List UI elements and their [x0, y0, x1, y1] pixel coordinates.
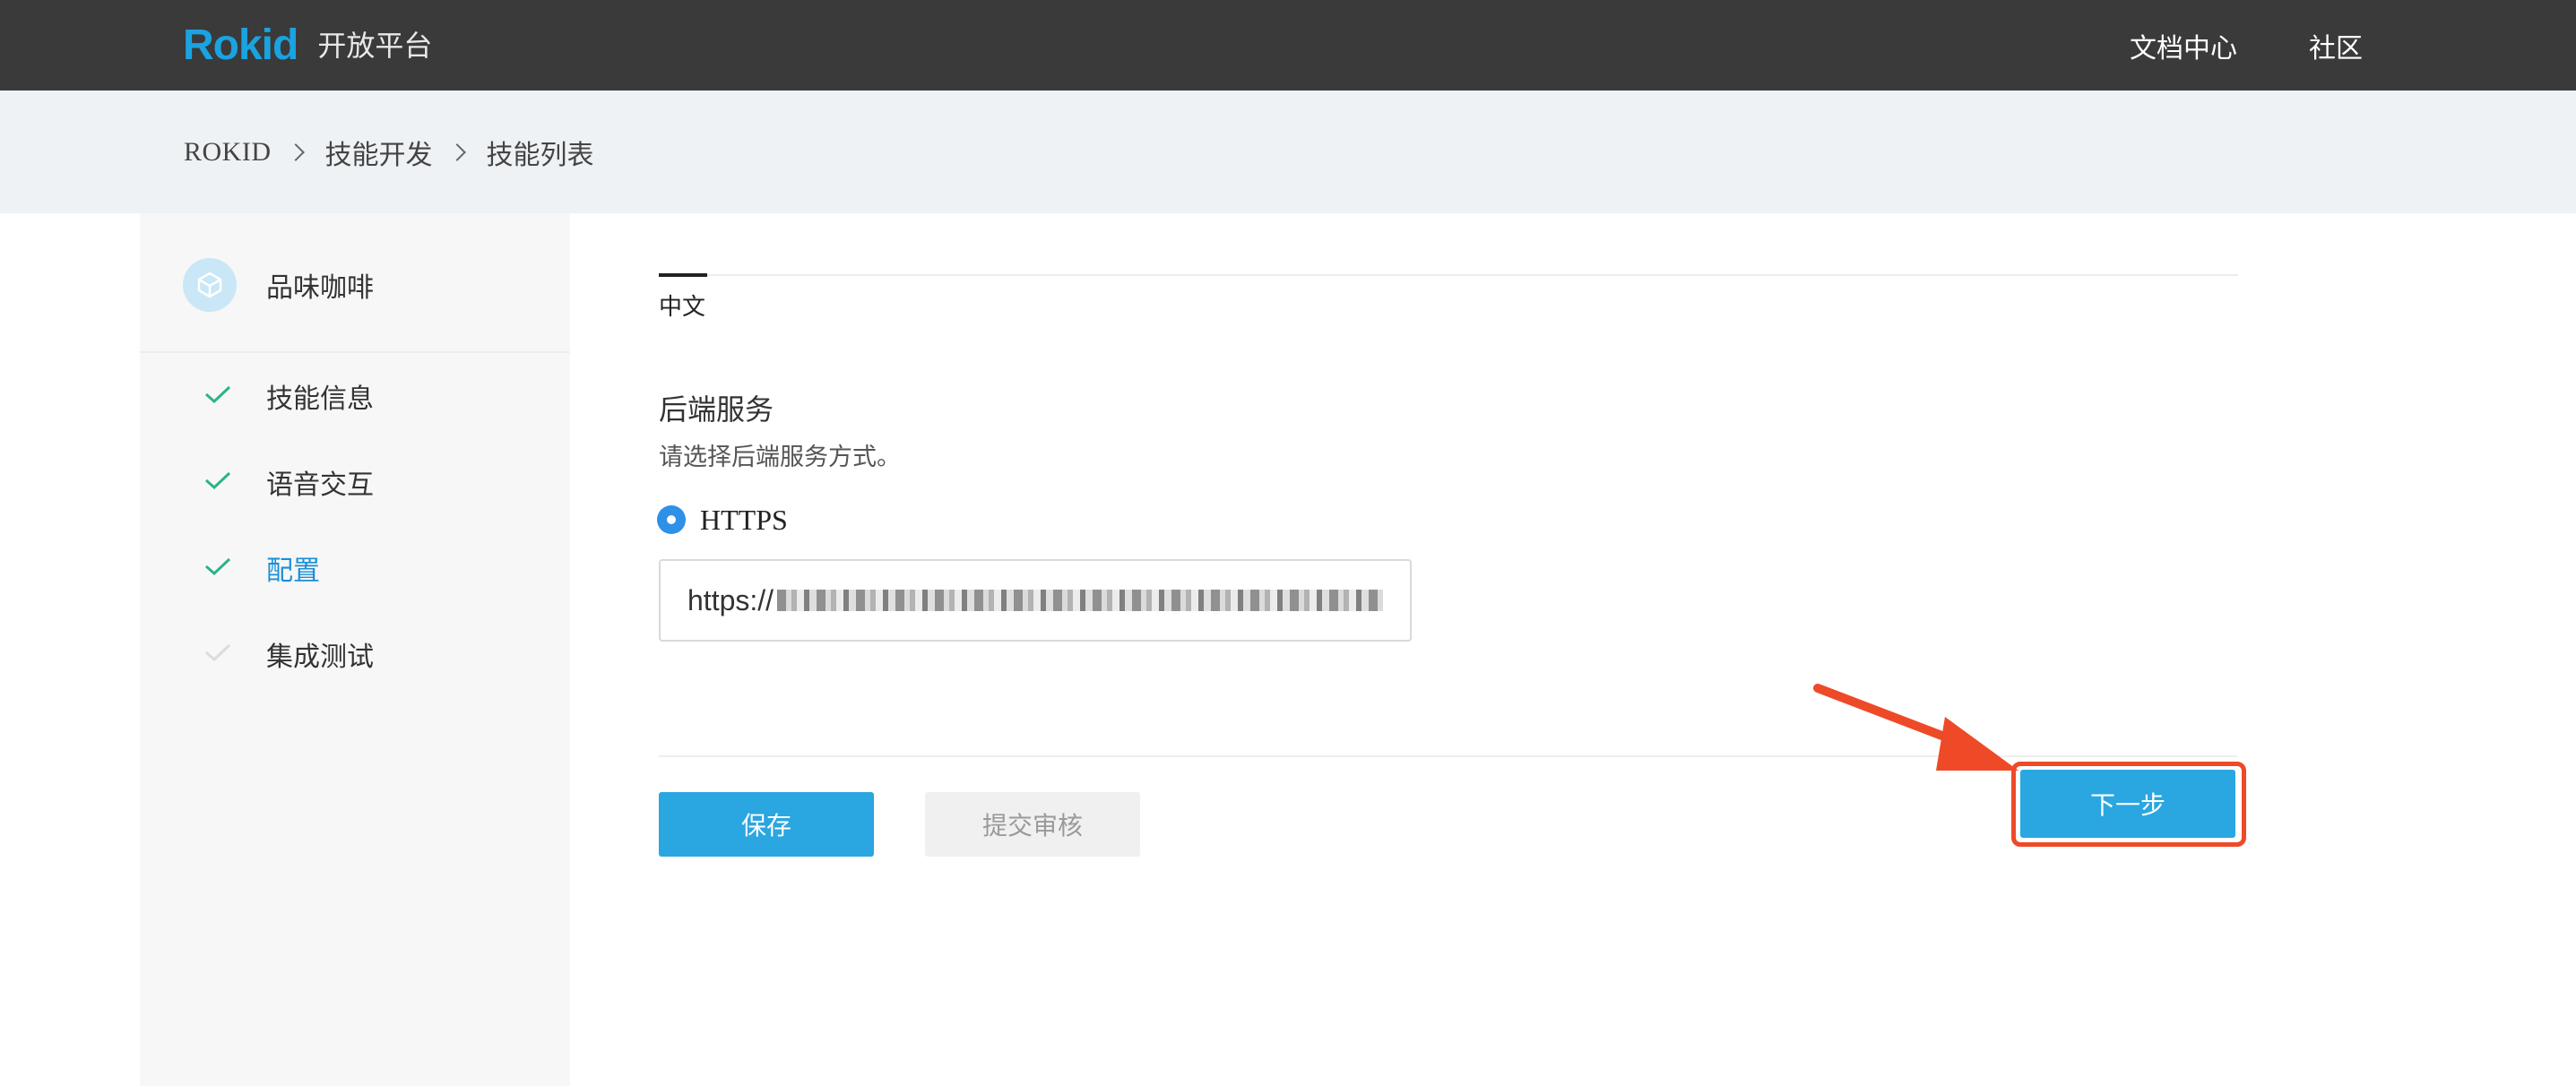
- sidebar-step-integration-test[interactable]: 集成测试: [140, 611, 570, 697]
- save-button[interactable]: 保存: [659, 792, 874, 857]
- tab-active-indicator: [659, 273, 707, 277]
- sidebar: 品味咖啡 技能信息 语音交互 配置 集成测试: [140, 213, 570, 1086]
- step-label: 集成测试: [266, 642, 374, 673]
- chevron-right-icon: [447, 142, 466, 161]
- url-value: https://: [687, 583, 774, 616]
- cube-icon: [197, 272, 222, 298]
- app-avatar: [183, 258, 237, 312]
- divider: [659, 755, 2238, 757]
- breadcrumb-item-rokid[interactable]: ROKID: [184, 137, 272, 168]
- sidebar-step-config[interactable]: 配置: [140, 525, 570, 611]
- nav-docs-link[interactable]: 文档中心: [2130, 0, 2237, 90]
- tab-bar: [659, 274, 2238, 276]
- radio-selected-icon[interactable]: [657, 505, 686, 534]
- brand[interactable]: Rokid 开放平台: [183, 0, 432, 90]
- sidebar-step-voice-interaction[interactable]: 语音交互: [140, 439, 570, 525]
- app-name: 品味咖啡: [266, 272, 374, 304]
- nav-community-link[interactable]: 社区: [2309, 0, 2363, 90]
- step-list: 技能信息 语音交互 配置 集成测试: [140, 353, 570, 697]
- breadcrumb-item-skill-dev[interactable]: 技能开发: [325, 133, 433, 172]
- section-description: 请选择后端服务方式。: [659, 444, 901, 471]
- check-icon: [205, 471, 231, 489]
- chevron-right-icon: [286, 142, 305, 161]
- breadcrumb: ROKID 技能开发 技能列表: [184, 90, 594, 213]
- breadcrumb-band: ROKID 技能开发 技能列表: [0, 90, 2576, 213]
- section-title: 后端服务: [659, 392, 774, 427]
- https-radio-option[interactable]: HTTPS: [657, 502, 788, 538]
- platform-title: 开放平台: [317, 28, 433, 63]
- check-icon: [205, 557, 231, 575]
- tab-chinese[interactable]: 中文: [659, 289, 705, 322]
- step-label: 语音交互: [266, 470, 374, 501]
- submit-review-button[interactable]: 提交审核: [925, 792, 1140, 857]
- next-step-button[interactable]: 下一步: [2020, 770, 2235, 838]
- breadcrumb-item-skill-list[interactable]: 技能列表: [487, 133, 594, 172]
- rokid-logo: Rokid: [183, 21, 298, 69]
- app-header: 品味咖啡: [140, 213, 570, 353]
- check-icon: [205, 385, 231, 403]
- radio-label: HTTPS: [700, 503, 788, 536]
- step-label: 技能信息: [266, 384, 374, 415]
- check-icon: [205, 643, 231, 661]
- step-label: 配置: [266, 556, 320, 587]
- https-url-field[interactable]: https://: [659, 559, 1412, 642]
- sidebar-step-skill-info[interactable]: 技能信息: [140, 353, 570, 439]
- redacted-url-blur: [777, 590, 1383, 611]
- top-nav-bar: Rokid 开放平台 文档中心 社区: [0, 0, 2576, 90]
- annotation-arrow-icon: [1813, 684, 2018, 771]
